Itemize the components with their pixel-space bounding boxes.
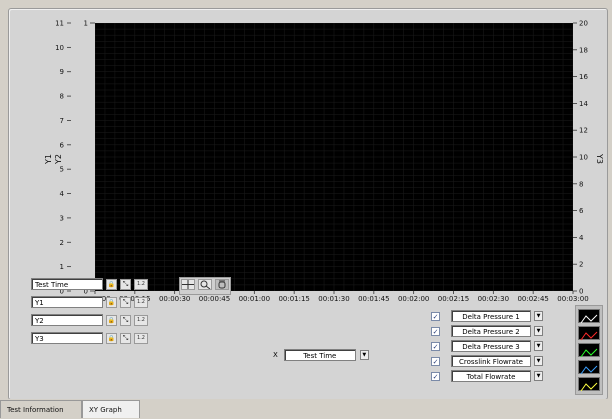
plot-grid [94, 22, 574, 292]
x-tick-label: 00:02:30 [478, 295, 509, 303]
x-selector: X Test Time ▼ [273, 348, 369, 362]
plot-legend-swatch[interactable] [578, 360, 600, 375]
xy-graph-panel: 01234567891011010246810121416182000:00:0… [8, 8, 608, 400]
chevron-down-icon[interactable]: ▼ [534, 356, 543, 366]
pan-hand-icon[interactable] [215, 279, 229, 290]
plot-name-field[interactable]: Total Flowrate [451, 370, 531, 382]
y1-tick-label: 7 [60, 117, 64, 125]
tab-bar: Test Information XY Graph [0, 399, 612, 418]
y1-axis-label: Y1 [44, 154, 53, 165]
lock-icon[interactable]: 🔒 [106, 332, 117, 344]
format-icon[interactable]: 1.2 [134, 332, 148, 344]
plot-legend-swatch[interactable] [578, 309, 600, 324]
format-icon[interactable]: 1.2 [134, 278, 148, 290]
chevron-down-icon[interactable]: ▼ [534, 326, 543, 336]
scale-row: Y3 🔒 ⤡ 1.2 [31, 331, 148, 345]
x-tick-label: 00:00:30 [159, 295, 190, 303]
scale-name-field[interactable]: Y1 [31, 296, 103, 308]
plot-legend-swatch[interactable] [578, 326, 600, 341]
plot-visible-checkbox[interactable]: ✓ [431, 371, 440, 381]
y3-tick-label: 8 [579, 180, 583, 188]
chevron-down-icon[interactable]: ▼ [534, 311, 543, 321]
scale-name-field[interactable]: Test Time [31, 278, 103, 290]
plot-visible-checkbox[interactable]: ✓ [431, 311, 440, 321]
y1-tick-label: 6 [60, 141, 65, 149]
y3-axis-label: Y3 [595, 153, 604, 164]
x-tick-label: 00:02:15 [438, 295, 469, 303]
x-tick-label: 00:02:45 [517, 295, 548, 303]
x-selector-label: X [273, 351, 278, 359]
xy-graph: 01234567891011010246810121416182000:00:0… [9, 9, 607, 309]
y3-tick-label: 16 [579, 73, 588, 81]
tab-xy-graph[interactable]: XY Graph [82, 400, 140, 418]
x-tick-label: 00:00:45 [199, 295, 230, 303]
plot-row: ✓ Crosslink Flowrate ▼ [431, 354, 543, 368]
format-icon[interactable]: 1.2 [134, 296, 148, 308]
chevron-down-icon[interactable]: ▼ [359, 350, 369, 360]
plot-legend-swatch[interactable] [578, 343, 600, 358]
y3-tick-label: 18 [579, 46, 588, 54]
plot-legend-swatch[interactable] [578, 377, 600, 392]
plot-name-field[interactable]: Crosslink Flowrate [451, 355, 531, 367]
chevron-down-icon[interactable]: ▼ [534, 341, 543, 351]
scale-row: Y2 🔒 ⤡ 1.2 [31, 313, 148, 327]
autoscale-icon[interactable]: ⤡ [120, 296, 131, 308]
graph-palette [179, 277, 231, 295]
zoom-icon[interactable] [198, 279, 212, 290]
autoscale-icon[interactable]: ⤡ [120, 314, 131, 326]
y2-axis-label: Y2 [54, 154, 63, 165]
plot-area[interactable] [94, 22, 574, 292]
plot-visible-checkbox[interactable]: ✓ [431, 326, 440, 336]
y1-tick-label: 5 [60, 166, 64, 174]
x-selector-field[interactable]: Test Time [283, 349, 356, 361]
x-tick-label: 00:02:00 [398, 295, 429, 303]
plot-row: ✓ Total Flowrate ▼ [431, 369, 543, 383]
plot-name-field[interactable]: Delta Pressure 1 [451, 310, 531, 322]
y3-tick-label: 14 [579, 100, 588, 108]
format-icon[interactable]: 1.2 [134, 314, 148, 326]
plot-row: ✓ Delta Pressure 2 ▼ [431, 324, 543, 338]
lock-icon[interactable]: 🔒 [106, 278, 117, 290]
plot-legend [575, 305, 603, 395]
autoscale-icon[interactable]: ⤡ [120, 278, 131, 290]
scale-row: Y1 🔒 ⤡ 1.2 [31, 295, 148, 309]
lock-icon[interactable]: 🔒 [106, 296, 117, 308]
app-window: 01234567891011010246810121416182000:00:0… [0, 0, 612, 418]
chevron-down-icon[interactable]: ▼ [534, 371, 543, 381]
y2-tick-label: 1 [84, 20, 88, 28]
plot-name-field[interactable]: Delta Pressure 2 [451, 325, 531, 337]
plot-visible-checkbox[interactable]: ✓ [431, 356, 440, 366]
y3-tick-label: 10 [579, 154, 588, 162]
autoscale-icon[interactable]: ⤡ [120, 332, 131, 344]
x-tick-label: 00:01:45 [358, 295, 389, 303]
crosshair-icon[interactable] [181, 279, 195, 290]
lock-icon[interactable]: 🔒 [106, 314, 117, 326]
y1-tick-label: 2 [60, 239, 64, 247]
tab-test-information[interactable]: Test Information [0, 400, 82, 418]
y1-tick-label: 1 [60, 263, 64, 271]
y1-tick-label: 3 [60, 214, 64, 222]
y3-tick-label: 12 [579, 127, 588, 135]
y3-tick-label: 20 [579, 20, 588, 28]
x-tick-label: 00:03:00 [557, 295, 588, 303]
x-tick-label: 00:01:30 [318, 295, 349, 303]
scale-row: Test Time 🔒 ⤡ 1.2 [31, 277, 148, 291]
scale-name-field[interactable]: Y3 [31, 332, 103, 344]
y3-tick-label: 4 [579, 234, 584, 242]
x-tick-label: 00:01:00 [239, 295, 270, 303]
y3-tick-label: 6 [579, 207, 584, 215]
y1-tick-label: 11 [55, 20, 64, 28]
y1-tick-label: 9 [60, 68, 64, 76]
y1-tick-label: 10 [55, 44, 64, 52]
y1-tick-label: 8 [60, 93, 64, 101]
scale-name-field[interactable]: Y2 [31, 314, 103, 326]
plot-visible-checkbox[interactable]: ✓ [431, 341, 440, 351]
y3-tick-label: 2 [579, 261, 583, 269]
plot-row: ✓ Delta Pressure 1 ▼ [431, 309, 543, 323]
x-tick-label: 00:01:15 [278, 295, 309, 303]
plot-name-field[interactable]: Delta Pressure 3 [451, 340, 531, 352]
y1-tick-label: 4 [60, 190, 65, 198]
plot-row: ✓ Delta Pressure 3 ▼ [431, 339, 543, 353]
